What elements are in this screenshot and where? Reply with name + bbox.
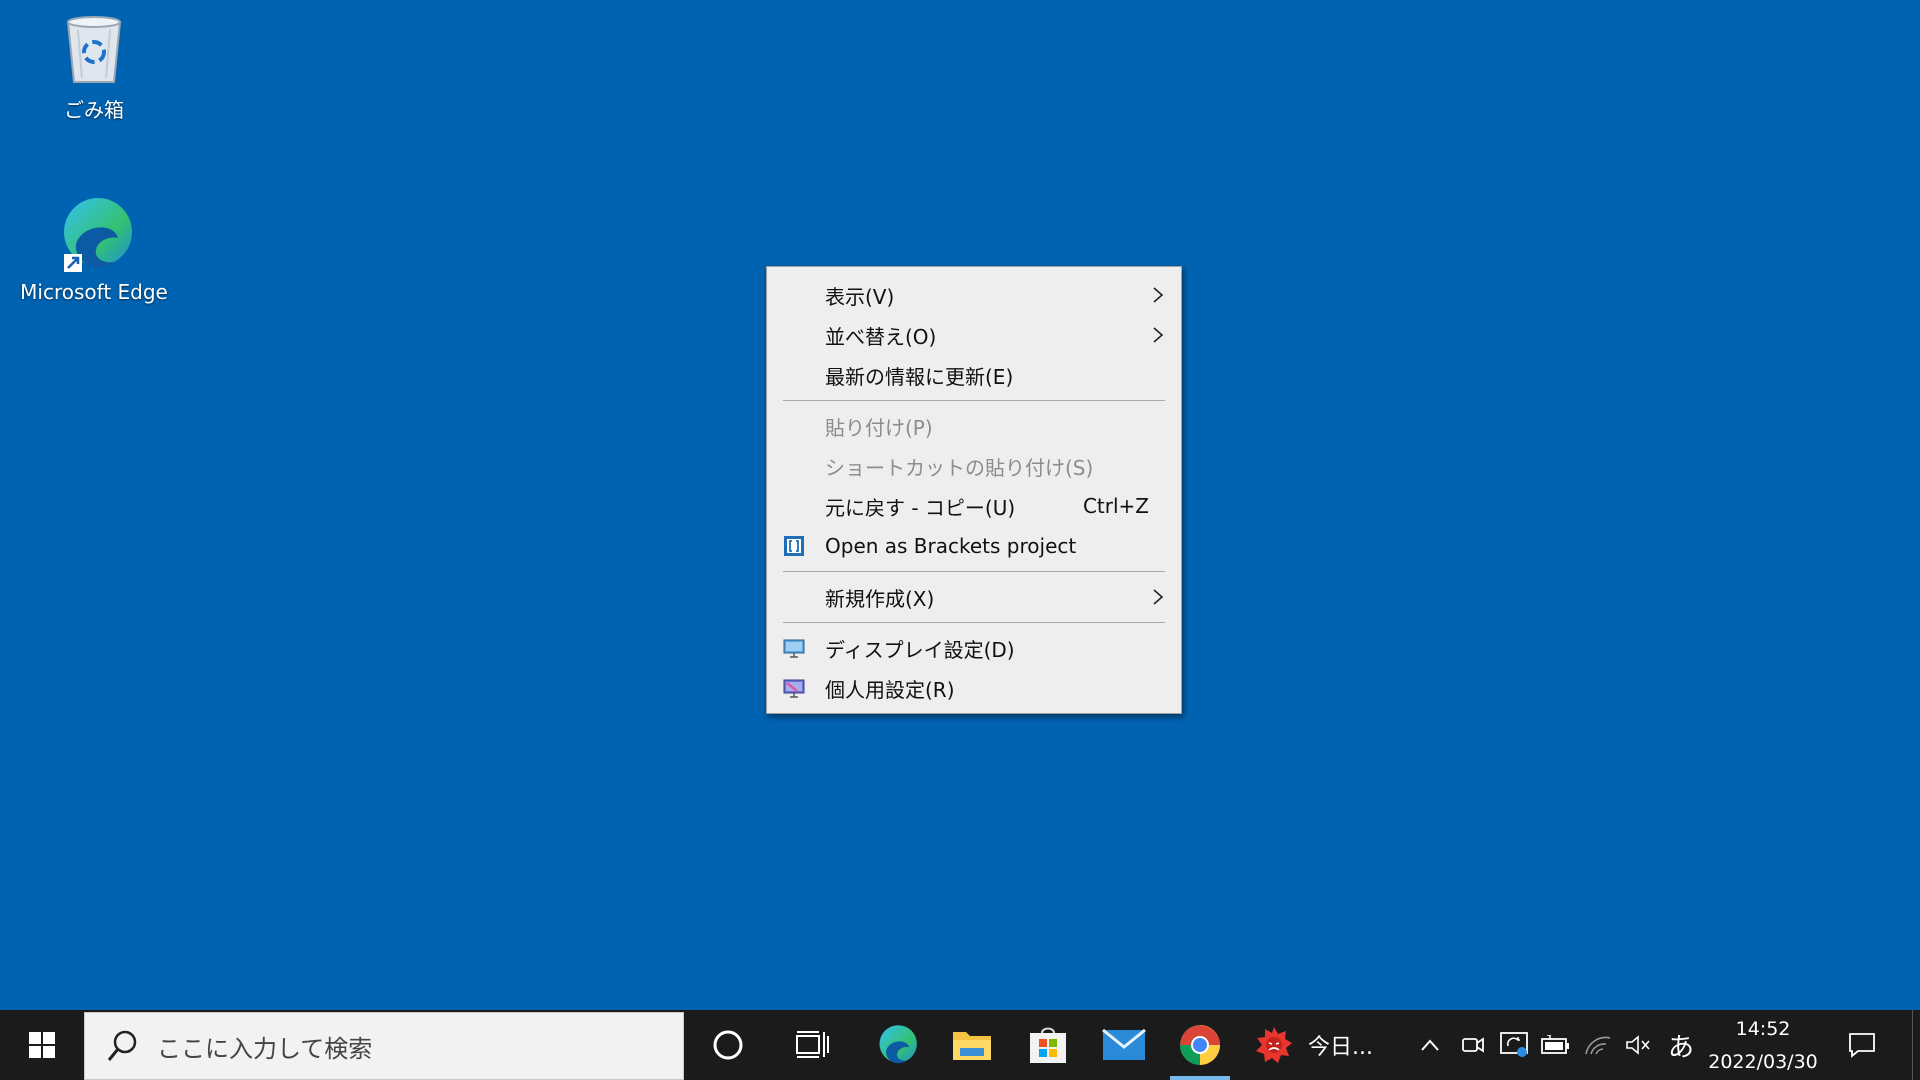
menu-item-undo-copy[interactable]: 元に戻す - コピー(U) Ctrl+Z (767, 486, 1181, 526)
taskbar-chrome[interactable] (1162, 1010, 1238, 1080)
action-center-button[interactable] (1830, 1010, 1894, 1080)
weather-alert-icon (1256, 1027, 1292, 1063)
folder-icon (953, 1032, 991, 1060)
cortana-button[interactable] (690, 1010, 766, 1080)
desktop-icon-recycle-bin[interactable]: ごみ箱 (9, 8, 179, 123)
taskbar-weather-widget[interactable]: 今日... (1254, 1010, 1414, 1080)
tray-volume[interactable] (1620, 1010, 1656, 1080)
recycle-bin-icon (54, 8, 134, 88)
tray-battery[interactable] (1538, 1010, 1574, 1080)
taskbar-clock[interactable]: 14:52 2022/03/30 (1700, 1010, 1826, 1080)
battery-icon (1541, 1035, 1569, 1054)
menu-item-personalize[interactable]: 個人用設定(R) (767, 668, 1181, 708)
menu-item-shortcut: Ctrl+Z (1082, 494, 1149, 518)
start-button[interactable] (0, 1010, 84, 1080)
notification-icon (1849, 1033, 1875, 1058)
tray-network[interactable] (1580, 1010, 1616, 1080)
mail-icon (1102, 1029, 1146, 1060)
desktop-context-menu: 表示(V) 並べ替え(O) 最新の情報に更新(E) 貼り付け(P) ショートカッ… (766, 266, 1182, 714)
search-placeholder: ここに入力して検索 (157, 1034, 373, 1063)
task-view-icon (796, 1031, 829, 1058)
chevron-up-icon (1421, 1039, 1439, 1051)
cortana-circle-icon (713, 1030, 743, 1060)
clock-date: 2022/03/30 (1708, 1051, 1818, 1073)
menu-item-label: 元に戻す - コピー(U) (825, 495, 1016, 520)
brackets-icon (784, 536, 804, 556)
clock-time: 14:52 (1735, 1018, 1791, 1040)
microsoft-store-icon (1030, 1027, 1066, 1063)
weather-label: 今日... (1308, 1035, 1373, 1060)
personalize-icon (783, 679, 805, 698)
edge-icon (54, 194, 134, 274)
tray-ime[interactable]: あ (1662, 1010, 1700, 1080)
menu-item-display-settings[interactable]: ディスプレイ設定(D) (767, 628, 1181, 668)
meet-now-camera-icon (1462, 1037, 1484, 1053)
menu-item-label: 並べ替え(O) (825, 324, 937, 349)
sync-status-icon (1500, 1032, 1528, 1057)
show-desktop-divider[interactable] (1912, 1010, 1913, 1080)
menu-item-view[interactable]: 表示(V) (767, 275, 1181, 315)
menu-item-label: Open as Brackets project (825, 534, 1077, 558)
menu-item-label: 貼り付け(P) (825, 415, 933, 440)
wifi-disconnected-icon (1585, 1036, 1611, 1055)
menu-item-label: ディスプレイ設定(D) (825, 637, 1015, 662)
menu-item-paste-shortcut[interactable]: ショートカットの貼り付け(S) (767, 446, 1181, 486)
desktop-icon-edge[interactable]: Microsoft Edge (9, 194, 179, 304)
taskbar-file-explorer[interactable] (934, 1010, 1010, 1080)
taskbar-search-box[interactable]: ここに入力して検索 (84, 1012, 684, 1080)
windows-logo-icon (29, 1032, 55, 1058)
menu-item-refresh[interactable]: 最新の情報に更新(E) (767, 355, 1181, 395)
menu-item-new[interactable]: 新規作成(X) (767, 577, 1181, 617)
taskbar-store[interactable] (1010, 1010, 1086, 1080)
search-icon (107, 1030, 137, 1061)
menu-item-sort[interactable]: 並べ替え(O) (767, 315, 1181, 355)
tray-app-indicator[interactable] (1496, 1010, 1532, 1080)
chevron-right-icon (1153, 287, 1164, 303)
taskbar: ここに入力して検索 今日... あ 14:52 2022/03/30 (0, 1010, 1920, 1080)
menu-item-label: 表示(V) (825, 284, 895, 309)
menu-item-label: 個人用設定(R) (825, 677, 955, 702)
chevron-right-icon (1153, 327, 1164, 343)
edge-icon (879, 1025, 917, 1064)
desktop-icon-label: Microsoft Edge (20, 280, 168, 304)
display-settings-icon (783, 639, 805, 658)
chrome-icon (1180, 1025, 1220, 1065)
menu-item-label: 新規作成(X) (825, 586, 935, 611)
ime-indicator: あ (1667, 1032, 1694, 1063)
desktop-icon-label: ごみ箱 (64, 98, 124, 122)
taskbar-edge[interactable] (858, 1010, 934, 1080)
menu-item-label: 最新の情報に更新(E) (825, 364, 1014, 389)
menu-item-label: ショートカットの貼り付け(S) (825, 455, 1094, 480)
menu-item-paste[interactable]: 貼り付け(P) (767, 406, 1181, 446)
menu-item-open-brackets[interactable]: Open as Brackets project (767, 526, 1181, 566)
tray-meet-now[interactable] (1456, 1010, 1490, 1080)
task-view-button[interactable] (774, 1010, 850, 1080)
tray-overflow-button[interactable] (1416, 1010, 1444, 1080)
chrome-active-indicator (1170, 1076, 1230, 1080)
taskbar-mail[interactable] (1086, 1010, 1162, 1080)
menu-separator (783, 622, 1165, 623)
chevron-right-icon (1153, 589, 1164, 605)
menu-separator (783, 571, 1165, 572)
volume-muted-icon (1626, 1035, 1650, 1055)
menu-separator (783, 400, 1165, 401)
